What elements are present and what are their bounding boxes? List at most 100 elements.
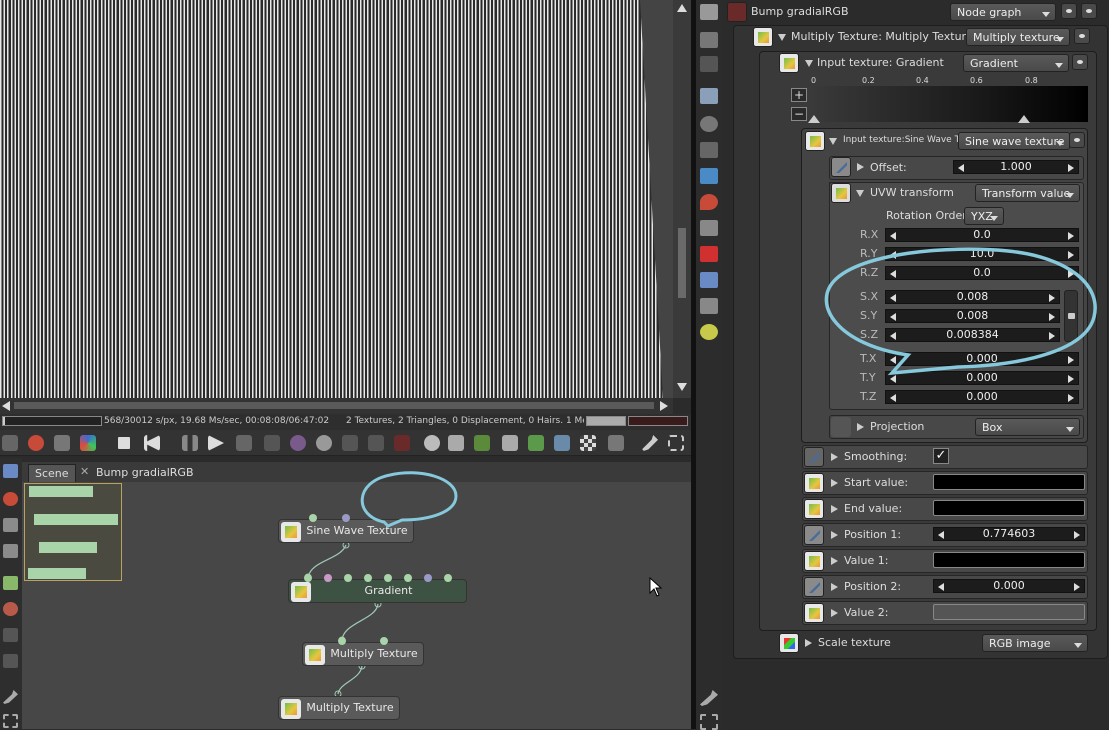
visibility-icon[interactable] — [1072, 54, 1088, 70]
decrement-icon[interactable] — [890, 332, 896, 340]
increment-icon[interactable] — [1068, 375, 1074, 383]
decrement-icon[interactable] — [938, 531, 944, 539]
sz-slider[interactable]: 0.008384 — [885, 328, 1060, 342]
collapse-icon[interactable] — [856, 190, 864, 197]
wrench-icon[interactable] — [3, 690, 18, 704]
node-multiply-texture-output[interactable]: Multiply Texture — [278, 696, 400, 720]
input-pin[interactable] — [384, 574, 392, 582]
input-pin[interactable] — [342, 514, 350, 522]
scroll-up-icon[interactable] — [677, 4, 687, 12]
expand-icon[interactable] — [831, 479, 838, 487]
increment-icon[interactable] — [1068, 356, 1074, 364]
decrement-icon[interactable] — [890, 270, 896, 278]
fullscreen-icon[interactable] — [668, 435, 684, 451]
visibility-icon[interactable] — [1074, 28, 1090, 44]
af-icon[interactable] — [264, 435, 280, 451]
decrement-icon[interactable] — [890, 294, 896, 302]
node-delete-icon[interactable] — [3, 492, 18, 506]
sphere-icon[interactable] — [316, 435, 332, 451]
input-pin[interactable] — [304, 574, 312, 582]
increment-icon[interactable] — [1068, 232, 1074, 240]
input-pin[interactable] — [404, 574, 412, 582]
rx-slider[interactable]: 0.0 — [885, 228, 1079, 242]
link-icon[interactable] — [3, 464, 18, 478]
increment-icon[interactable] — [1068, 394, 1074, 402]
input-pin[interactable] — [424, 574, 432, 582]
cube-icon[interactable] — [700, 246, 718, 262]
expand-icon[interactable] — [831, 557, 838, 565]
clay-mode-icon[interactable] — [28, 435, 44, 451]
outliner-icon[interactable] — [700, 32, 718, 48]
pick-icon[interactable] — [368, 435, 384, 451]
expand-icon[interactable] — [831, 531, 838, 539]
sine-type-dropdown[interactable]: Sine wave texture — [958, 132, 1070, 150]
layers-icon[interactable] — [700, 272, 718, 288]
smoothing-checkbox[interactable]: ✓ — [933, 448, 949, 464]
landscape-icon[interactable] — [700, 298, 718, 314]
copy-icon[interactable] — [502, 435, 518, 451]
graph-icon[interactable] — [1061, 3, 1077, 19]
lock-icon[interactable] — [608, 435, 624, 451]
gradient-ramp[interactable] — [810, 86, 1088, 122]
visibility-icon[interactable] — [1081, 3, 1097, 19]
drop-icon[interactable] — [700, 194, 718, 210]
uvw-type-dropdown[interactable]: Transform value — [975, 184, 1080, 202]
expand-icon[interactable] — [831, 609, 838, 617]
scroll-down-icon[interactable] — [677, 383, 687, 391]
decrement-icon[interactable] — [890, 394, 896, 402]
zoom-icon[interactable] — [424, 435, 440, 451]
image-icon[interactable] — [700, 88, 718, 104]
expand-icon[interactable] — [857, 163, 864, 171]
arrange-icon[interactable] — [3, 544, 18, 558]
end-value-swatch[interactable] — [933, 500, 1085, 516]
export-icon[interactable] — [528, 435, 544, 451]
decrement-icon[interactable] — [938, 583, 944, 591]
expand-icon[interactable] — [831, 453, 838, 461]
camera-icon[interactable] — [700, 4, 718, 20]
decrement-icon[interactable] — [890, 356, 896, 364]
layers-icon[interactable] — [554, 435, 570, 451]
tab-bump-gradialrgb[interactable]: Bump gradialRGB — [90, 464, 200, 482]
increment-icon[interactable] — [1049, 332, 1055, 340]
decrement-icon[interactable] — [958, 164, 964, 172]
play-icon[interactable] — [208, 435, 224, 451]
view-mode-dropdown[interactable]: Node graph — [950, 3, 1056, 21]
layout-icon[interactable] — [3, 518, 18, 532]
wrench-icon[interactable] — [642, 435, 658, 451]
film-icon[interactable] — [700, 116, 718, 132]
scroll-left-icon[interactable] — [2, 401, 10, 411]
decrement-icon[interactable] — [890, 232, 896, 240]
alpha-icon[interactable] — [580, 435, 596, 451]
monitor-icon[interactable] — [700, 142, 718, 158]
node-multiply-texture[interactable]: Multiply Texture — [302, 642, 424, 666]
offset-slider[interactable]: 1.000 — [953, 160, 1079, 174]
input-pin[interactable] — [344, 574, 352, 582]
multiply-type-dropdown[interactable]: Multiply texture — [966, 28, 1070, 46]
picker-icon[interactable] — [394, 435, 410, 451]
image-icon[interactable] — [3, 576, 18, 590]
increment-icon[interactable] — [1068, 251, 1074, 259]
node-sine-wave-texture[interactable]: Sine Wave Texture — [278, 519, 414, 543]
decrement-icon[interactable] — [890, 375, 896, 383]
input-pin[interactable] — [364, 574, 372, 582]
scale-texture-dropdown[interactable]: RGB image — [982, 634, 1088, 652]
increment-icon[interactable] — [1068, 164, 1074, 172]
sy-slider[interactable]: 0.008 — [885, 309, 1060, 323]
add-stop-button[interactable]: + — [791, 88, 807, 102]
position1-slider[interactable]: 0.774603 — [933, 527, 1085, 541]
node-gradient[interactable]: Gradient — [288, 579, 467, 603]
collapse-icon[interactable] — [778, 34, 786, 41]
lights-icon[interactable] — [474, 435, 490, 451]
material-icon[interactable] — [290, 435, 306, 451]
render-settings-icon[interactable] — [2, 435, 18, 451]
region-icon[interactable] — [54, 435, 70, 451]
increment-icon[interactable] — [1074, 531, 1080, 539]
rotation-order-dropdown[interactable]: YXZ — [964, 207, 1004, 225]
sun-icon[interactable] — [700, 324, 718, 340]
tab-scene[interactable]: Scene — [28, 464, 76, 482]
input-pin[interactable] — [444, 574, 452, 582]
increment-icon[interactable] — [1049, 313, 1055, 321]
focus-icon[interactable] — [342, 435, 358, 451]
visibility-icon[interactable] — [1069, 132, 1085, 148]
expand-icon[interactable] — [805, 639, 812, 647]
